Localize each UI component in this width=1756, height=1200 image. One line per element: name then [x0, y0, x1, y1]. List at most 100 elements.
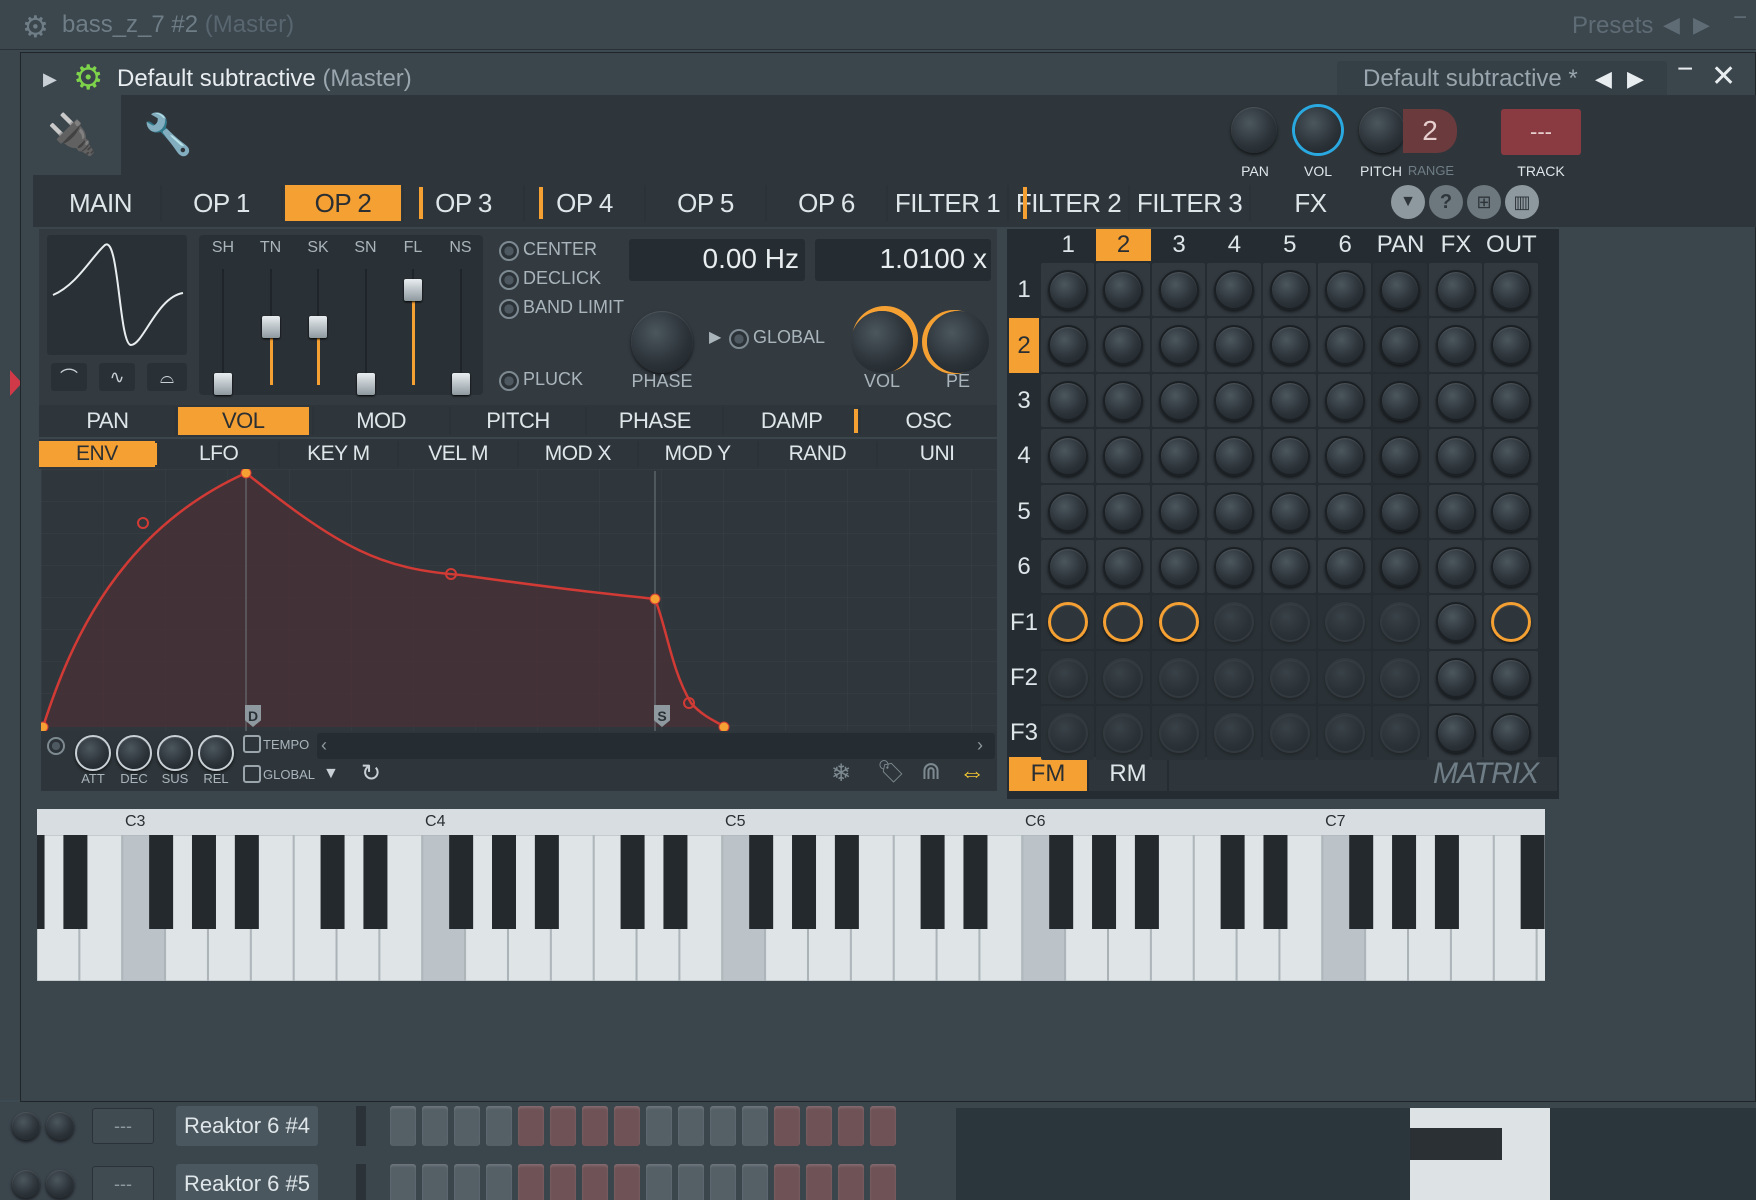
black-key[interactable]	[1134, 835, 1159, 929]
matrix-knob-f3-3[interactable]	[1158, 713, 1199, 754]
black-key[interactable]	[1349, 835, 1374, 929]
rack-track-display[interactable]: ---	[92, 1166, 154, 1200]
matrix-knob-f2-4[interactable]	[1214, 657, 1255, 698]
matrix-knob-f1-fx[interactable]	[1435, 602, 1476, 643]
tab-op-5[interactable]: OP 5	[646, 185, 765, 221]
tab-filter-3[interactable]: FILTER 3	[1130, 185, 1249, 221]
matrix-knob-f3-5[interactable]	[1269, 713, 1310, 754]
matrix-knob-5-pan[interactable]	[1380, 491, 1421, 532]
tab-filter-1[interactable]: FILTER 1	[888, 185, 1007, 221]
black-key[interactable]	[1520, 835, 1545, 929]
op-vol-knob[interactable]	[851, 311, 913, 373]
source-tab-mod-y[interactable]: MOD Y	[638, 441, 758, 467]
rack-pan-knob[interactable]	[12, 1170, 40, 1198]
matrix-knob-6-fx[interactable]	[1435, 547, 1476, 587]
plugin-preset-next-icon[interactable]: ▶	[1627, 66, 1644, 92]
preset-next-icon[interactable]: ▶	[1693, 12, 1710, 38]
rack-step-button[interactable]	[710, 1106, 736, 1146]
pitch-knob[interactable]	[1359, 107, 1405, 153]
tab-op-1[interactable]: OP 1	[162, 185, 281, 221]
matrix-knob-3-out[interactable]	[1491, 380, 1532, 421]
rack-step-button[interactable]	[422, 1106, 448, 1146]
rack-step-button[interactable]	[806, 1106, 832, 1146]
matrix-row-4[interactable]: 4	[1009, 429, 1039, 483]
rack-step-button[interactable]	[774, 1164, 800, 1200]
black-key[interactable]	[1092, 835, 1117, 929]
matrix-knob-1-fx[interactable]	[1435, 270, 1476, 310]
matrix-row-6[interactable]: 6	[1009, 540, 1039, 594]
global-checkbox[interactable]	[243, 765, 261, 783]
minimize-icon[interactable]: −	[1733, 4, 1747, 32]
matrix-knob-5-1[interactable]	[1048, 491, 1088, 532]
matrix-knob-6-6[interactable]	[1325, 547, 1365, 587]
matrix-knob-4-1[interactable]	[1048, 436, 1088, 477]
black-key[interactable]	[63, 835, 88, 929]
source-tab-uni[interactable]: UNI	[877, 441, 997, 467]
rm-button[interactable]: RM	[1089, 757, 1167, 791]
black-key[interactable]	[191, 835, 216, 929]
rack-step-button[interactable]	[838, 1106, 864, 1146]
rack-channel-name[interactable]: Reaktor 6 #4	[176, 1106, 318, 1146]
matrix-col-3[interactable]: 3	[1152, 229, 1206, 261]
black-key[interactable]	[749, 835, 774, 929]
rack-channel-name[interactable]: Reaktor 6 #5	[176, 1164, 318, 1200]
rack-step-button[interactable]	[486, 1106, 512, 1146]
wave-shape-1-button[interactable]: ⌒	[51, 363, 87, 391]
slider-handle-tn[interactable]	[261, 315, 280, 338]
matrix-knob-4-fx[interactable]	[1435, 436, 1476, 477]
matrix-knob-5-3[interactable]	[1158, 491, 1199, 532]
rack-step-button[interactable]	[518, 1106, 544, 1146]
close-icon[interactable]: ✕	[1711, 59, 1736, 94]
matrix-knob-f3-fx[interactable]	[1435, 713, 1476, 754]
matrix-row-f3[interactable]: F3	[1009, 706, 1039, 760]
keyboard-keys[interactable]	[37, 835, 1545, 981]
black-key[interactable]	[534, 835, 559, 929]
rack-step-button[interactable]	[550, 1106, 576, 1146]
source-tab-key-m[interactable]: KEY M	[279, 441, 399, 467]
matrix-knob-3-3[interactable]	[1158, 380, 1199, 421]
rack-vol-knob[interactable]	[46, 1112, 74, 1140]
env-knob-rel[interactable]	[198, 735, 234, 771]
black-key[interactable]	[1263, 835, 1288, 929]
scroll-right-icon[interactable]: ›	[977, 735, 983, 756]
keyboard[interactable]: C3 C4 C5 C6 C7	[37, 809, 1545, 981]
rack-step-button[interactable]	[646, 1106, 672, 1146]
global-arrow-icon[interactable]: ▶	[709, 327, 721, 347]
rack-step-button[interactable]	[582, 1164, 608, 1200]
matrix-knob-f2-6[interactable]	[1325, 657, 1365, 698]
black-key[interactable]	[663, 835, 688, 929]
black-key[interactable]	[320, 835, 345, 929]
matrix-knob-6-3[interactable]	[1158, 547, 1199, 587]
matrix-knob-6-4[interactable]	[1214, 547, 1255, 587]
source-tab-vel-m[interactable]: VEL M	[398, 441, 518, 467]
matrix-knob-f2-1[interactable]	[1048, 657, 1088, 698]
phase-knob[interactable]	[631, 311, 693, 373]
target-tab-mod[interactable]: MOD	[313, 407, 450, 435]
pan-knob[interactable]	[1231, 107, 1277, 153]
matrix-knob-3-5[interactable]	[1269, 380, 1310, 421]
rack-step-button[interactable]	[550, 1164, 576, 1200]
rack-vol-knob[interactable]	[46, 1170, 74, 1198]
target-tab-pan[interactable]: PAN	[39, 407, 176, 435]
rack-step-button[interactable]	[582, 1106, 608, 1146]
matrix-row-1[interactable]: 1	[1009, 263, 1039, 317]
env-knob-att[interactable]	[75, 735, 111, 771]
rack-step-button[interactable]	[710, 1164, 736, 1200]
target-tab-phase[interactable]: PHASE	[586, 407, 723, 435]
rack-step-button[interactable]	[390, 1164, 416, 1200]
black-key[interactable]	[1392, 835, 1417, 929]
freq-display[interactable]: 0.00 Hz	[629, 239, 805, 281]
tab-op-2[interactable]: OP 2	[285, 185, 401, 221]
envelope-graph[interactable]	[41, 469, 997, 731]
tab-main[interactable]: MAIN	[41, 185, 160, 221]
gear-icon[interactable]: ⚙	[22, 10, 49, 45]
matrix-knob-f2-2[interactable]	[1103, 657, 1144, 698]
matrix-knob-1-out[interactable]	[1491, 270, 1532, 310]
matrix-knob-5-2[interactable]	[1103, 491, 1144, 532]
rack-step-button[interactable]	[518, 1164, 544, 1200]
black-key[interactable]	[37, 835, 45, 929]
piano-icon[interactable]: ▥	[1505, 185, 1539, 219]
rack-step-button[interactable]	[614, 1164, 640, 1200]
wrench-icon[interactable]: 🔧	[143, 111, 193, 158]
source-tab-lfo[interactable]: LFO	[159, 441, 279, 467]
